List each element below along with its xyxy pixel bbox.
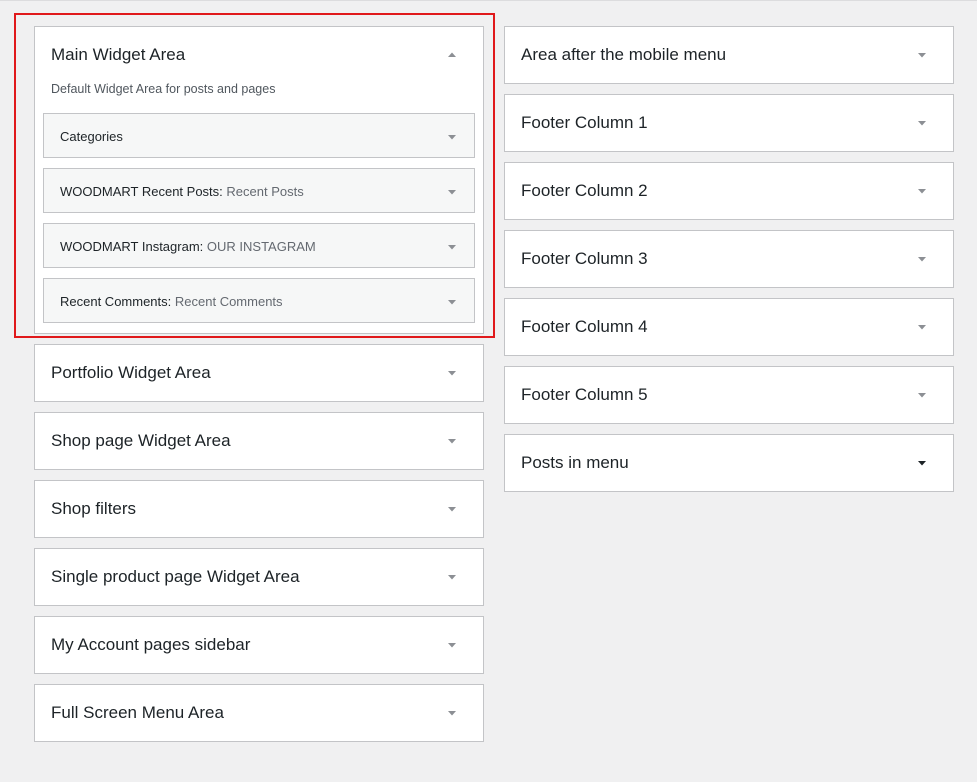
widget-recent-comments[interactable]: Recent Comments: Recent Comments [43, 278, 475, 323]
sidebar-header[interactable]: Posts in menu [505, 435, 953, 491]
top-divider [0, 0, 977, 1]
arrow-down-icon[interactable] [446, 435, 458, 447]
widget-title: WOODMART Recent Posts: Recent Posts [60, 183, 304, 200]
sidebar-shop-filters: Shop filters [34, 480, 484, 538]
widget-subtitle: OUR INSTAGRAM [206, 239, 316, 254]
sidebar-header[interactable]: Footer Column 2 [505, 163, 953, 219]
arrow-down-icon[interactable] [916, 321, 928, 333]
arrow-down-icon[interactable] [916, 253, 928, 265]
sidebar-column-left: Main Widget Area Default Widget Area for… [34, 26, 484, 752]
sidebar-title: Area after the mobile menu [521, 45, 727, 64]
arrow-down-icon[interactable] [446, 503, 458, 515]
arrow-down-icon[interactable] [446, 639, 458, 651]
widget-name: WOODMART Instagram: [60, 239, 204, 254]
sidebar-posts-in-menu: Posts in menu [504, 434, 954, 492]
widget-woodmart-recent-posts[interactable]: WOODMART Recent Posts: Recent Posts [43, 168, 475, 213]
sidebar-header[interactable]: Single product page Widget Area [35, 549, 483, 605]
widget-title: Recent Comments: Recent Comments [60, 293, 283, 310]
widget-subtitle: Recent Comments [174, 294, 283, 309]
arrow-down-icon[interactable] [446, 296, 458, 308]
sidebar-title: Main Widget Area [51, 45, 186, 64]
arrow-down-icon[interactable] [916, 117, 928, 129]
sidebar-my-account-pages: My Account pages sidebar [34, 616, 484, 674]
sidebar-description: Default Widget Area for posts and pages [51, 82, 276, 96]
sidebar-footer-column-3: Footer Column 3 [504, 230, 954, 288]
sidebar-header[interactable]: Portfolio Widget Area [35, 345, 483, 401]
sidebar-title: Posts in menu [521, 453, 629, 472]
sidebar-title: Footer Column 1 [521, 113, 648, 132]
sidebar-header[interactable]: My Account pages sidebar [35, 617, 483, 673]
sidebar-full-screen-menu-area: Full Screen Menu Area [34, 684, 484, 742]
arrow-up-icon[interactable] [446, 49, 458, 61]
arrow-down-icon[interactable] [446, 241, 458, 253]
arrow-down-icon[interactable] [916, 389, 928, 401]
sidebar-main-widget-area: Main Widget Area Default Widget Area for… [34, 26, 484, 334]
sidebar-header[interactable]: Full Screen Menu Area [35, 685, 483, 741]
sidebar-portfolio-widget-area: Portfolio Widget Area [34, 344, 484, 402]
sidebar-header[interactable]: Shop page Widget Area [35, 413, 483, 469]
sidebar-area-after-mobile-menu: Area after the mobile menu [504, 26, 954, 84]
arrow-down-icon[interactable] [916, 457, 928, 469]
sidebar-title: Footer Column 3 [521, 249, 648, 268]
arrow-down-icon[interactable] [446, 131, 458, 143]
widget-name: Recent Comments: [60, 294, 172, 309]
sidebar-footer-column-1: Footer Column 1 [504, 94, 954, 152]
sidebar-column-right: Area after the mobile menu Footer Column… [504, 26, 954, 502]
sidebar-footer-column-4: Footer Column 4 [504, 298, 954, 356]
sidebar-footer-column-2: Footer Column 2 [504, 162, 954, 220]
arrow-down-icon[interactable] [446, 186, 458, 198]
arrow-down-icon[interactable] [446, 707, 458, 719]
sidebar-header[interactable]: Main Widget Area [35, 27, 483, 77]
sidebar-header[interactable]: Area after the mobile menu [505, 27, 953, 83]
sidebar-header[interactable]: Footer Column 5 [505, 367, 953, 423]
widget-name: WOODMART Recent Posts: [60, 184, 223, 199]
sidebar-single-product-page-widget-area: Single product page Widget Area [34, 548, 484, 606]
sidebar-header[interactable]: Footer Column 4 [505, 299, 953, 355]
widget-title: WOODMART Instagram: OUR INSTAGRAM [60, 238, 316, 255]
sidebar-title: Shop page Widget Area [51, 431, 231, 450]
arrow-down-icon[interactable] [916, 49, 928, 61]
widget-woodmart-instagram[interactable]: WOODMART Instagram: OUR INSTAGRAM [43, 223, 475, 268]
sidebar-header[interactable]: Footer Column 1 [505, 95, 953, 151]
sidebar-footer-column-5: Footer Column 5 [504, 366, 954, 424]
arrow-down-icon[interactable] [446, 571, 458, 583]
widget-categories[interactable]: Categories [43, 113, 475, 158]
widget-name: Categories [60, 129, 123, 144]
sidebar-title: Portfolio Widget Area [51, 363, 211, 382]
sidebar-shop-page-widget-area: Shop page Widget Area [34, 412, 484, 470]
arrow-down-icon[interactable] [446, 367, 458, 379]
sidebar-header[interactable]: Footer Column 3 [505, 231, 953, 287]
sidebar-title: Footer Column 2 [521, 181, 648, 200]
sidebar-title: My Account pages sidebar [51, 635, 251, 654]
sidebar-header[interactable]: Shop filters [35, 481, 483, 537]
widget-title: Categories [60, 128, 123, 145]
arrow-down-icon[interactable] [916, 185, 928, 197]
sidebar-title: Full Screen Menu Area [51, 703, 224, 722]
widget-list: Categories WOODMART Recent Posts: Recent… [35, 109, 483, 333]
sidebar-title: Single product page Widget Area [51, 567, 300, 586]
widget-subtitle: Recent Posts [226, 184, 304, 199]
sidebar-title: Footer Column 5 [521, 385, 648, 404]
sidebar-title: Footer Column 4 [521, 317, 648, 336]
sidebar-title: Shop filters [51, 499, 137, 518]
